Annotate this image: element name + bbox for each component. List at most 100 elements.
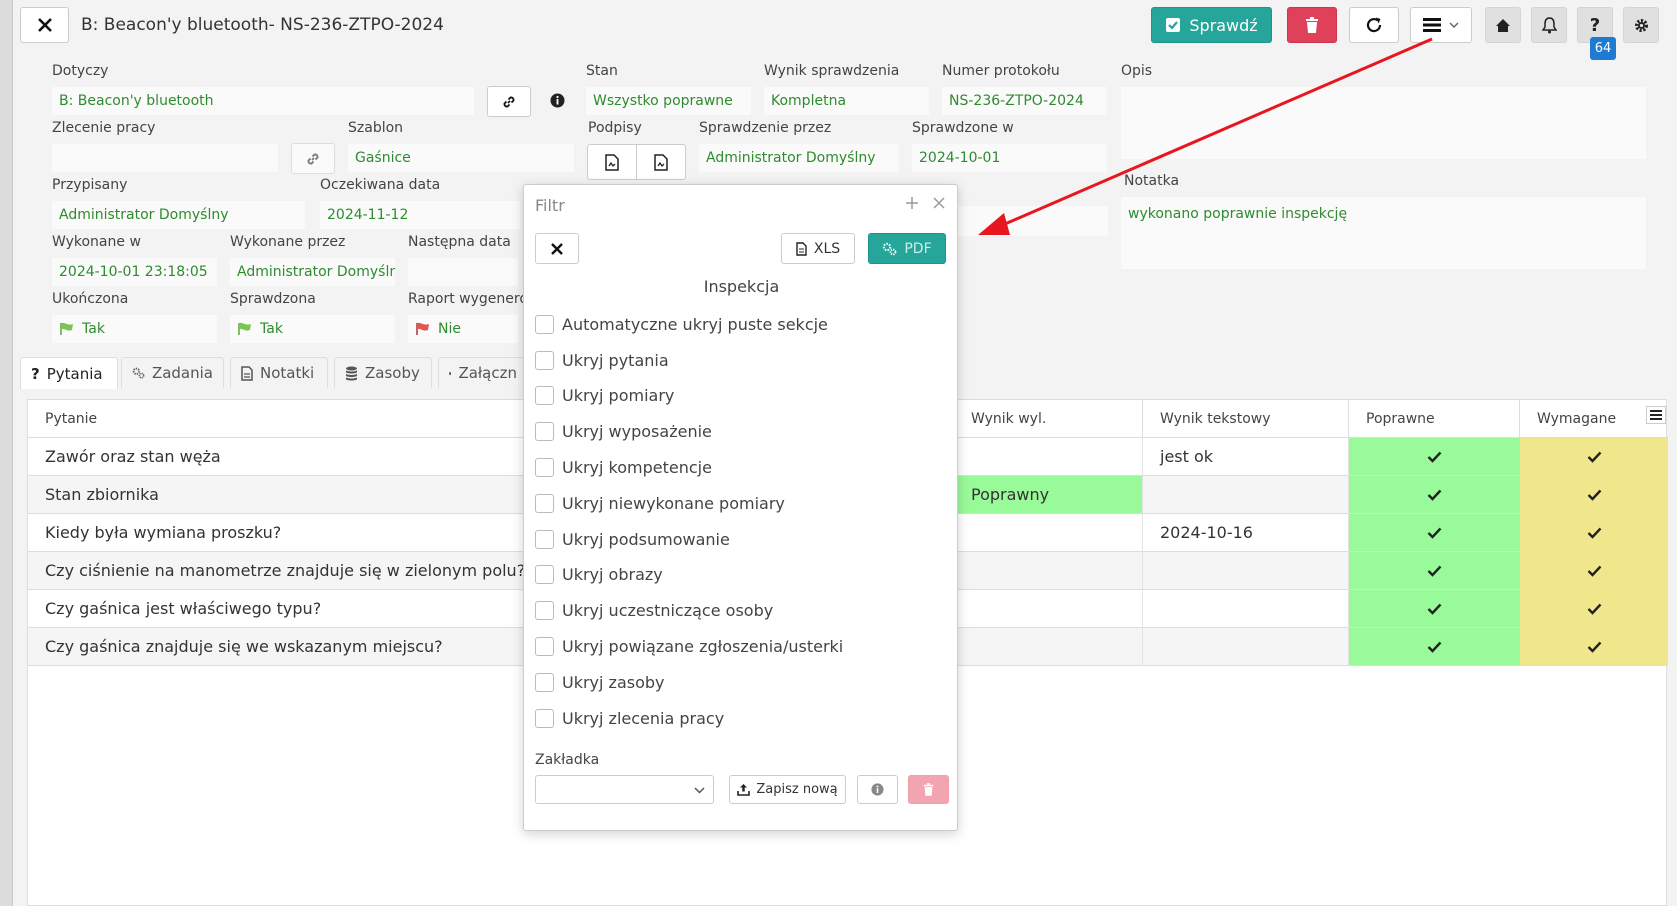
oczekiwana-data-field[interactable]: 2024-11-12 [320,201,520,229]
maximize-icon[interactable] [906,197,918,209]
ukonczona-field: Tak [52,315,217,343]
home-icon [1496,18,1510,32]
file-icon [796,241,807,256]
home-button[interactable] [1485,7,1521,43]
filter-option[interactable]: Ukryj uczestniczące osoby [535,601,773,620]
check-icon [1427,489,1442,501]
upload-icon [737,784,751,796]
cell-wymagane [1520,628,1668,665]
dialog-cancel-button[interactable] [535,233,579,264]
bookmark-delete-button[interactable] [908,775,949,804]
raport-label: Raport wygenerow [408,291,523,307]
header-wynik-wyl[interactable]: Wynik wyl. [954,400,1143,438]
close-dialog-icon[interactable] [933,197,945,209]
filter-option[interactable]: Ukryj niewykonane pomiary [535,494,785,513]
wykonane-w-field[interactable]: 2024-10-01 23:18:05 [52,258,217,286]
save-new-label: Zapisz nową [756,782,838,797]
info-icon[interactable] [550,93,565,108]
bookmark-info-button[interactable] [857,775,898,804]
filter-option[interactable]: Ukryj pytania [535,351,669,370]
checkbox[interactable] [535,673,554,692]
checkbox[interactable] [535,494,554,513]
filter-option[interactable]: Ukryj kompetencje [535,458,712,477]
check-icon [1587,489,1601,501]
filter-option-label: Ukryj zasoby [562,673,665,692]
export-pdf-button[interactable]: PDF [868,233,946,264]
header-poprawne[interactable]: Poprawne [1349,400,1520,438]
close-icon [37,18,52,32]
checkbox[interactable] [535,530,554,549]
ukonczona-value: Tak [82,321,105,337]
stan-field[interactable]: Wszystko poprawne [586,87,751,115]
dotyczy-label: Dotyczy [52,63,109,79]
settings-button[interactable] [1623,7,1659,43]
zlecenie-pracy-field[interactable] [52,144,278,172]
cell-wynik-tekstowy [1143,628,1349,665]
tab-zadania[interactable]: Zadania [121,357,224,388]
gear-icon [1634,18,1648,32]
wynik-sprawdzenia-label: Wynik sprawdzenia [764,63,900,79]
checkbox[interactable] [535,709,554,728]
notifications-button[interactable] [1531,7,1567,43]
checkbox[interactable] [535,386,554,405]
filter-option[interactable]: Ukryj zasoby [535,673,665,692]
filter-option-label: Ukryj niewykonane pomiary [562,494,785,513]
filter-option[interactable]: Ukryj zlecenia pracy [535,709,724,728]
filter-option[interactable]: Ukryj pomiary [535,386,674,405]
left-edge [0,0,13,906]
save-new-button[interactable]: Zapisz nową [729,775,846,804]
sprawdzenie-przez-field[interactable]: Administrator Domyślny [699,144,899,172]
checkbox[interactable] [535,637,554,656]
export-pdf-label: PDF [904,240,932,257]
wykonane-przez-field[interactable]: Administrator Domyśln [230,258,395,286]
filter-option-label: Ukryj zlecenia pracy [562,709,725,728]
szablon-field[interactable]: Gaśnice [348,144,574,172]
checkbox[interactable] [535,315,554,334]
check-icon [1587,527,1601,539]
hamburger-icon [1650,410,1662,420]
checkbox[interactable] [535,601,554,620]
check-icon [1427,565,1442,577]
filter-option[interactable]: Ukryj wyposażenie [535,422,712,441]
bookmark-label: Zakładka [535,752,600,768]
cell-poprawne [1349,552,1520,589]
cell-poprawne [1349,438,1520,475]
flag-green-icon [60,322,73,335]
signature-button-1[interactable] [587,144,637,180]
filter-option[interactable]: Ukryj obrazy [535,565,663,584]
signature-button-2[interactable] [636,144,686,180]
header-wynik-tekstowy[interactable]: Wynik tekstowy [1143,400,1349,438]
filter-option[interactable]: Ukryj podsumowanie [535,530,730,549]
close-button[interactable] [20,7,69,43]
tab-notatki[interactable]: Notatki [230,357,328,388]
nastepna-data-field[interactable] [408,258,518,286]
tab-zalaczniki[interactable]: Załączn [438,357,528,388]
checkbox[interactable] [535,458,554,477]
tab-zasoby[interactable]: Zasoby [334,357,432,388]
cell-poprawne [1349,628,1520,665]
wynik-sprawdzenia-field[interactable]: Kompletna [764,87,929,115]
przypisany-field[interactable]: Administrator Domyślny [52,201,305,229]
dotyczy-link-button[interactable] [487,86,531,117]
checkbox[interactable] [535,351,554,370]
checkbox[interactable] [535,565,554,584]
page-title: B: Beacon'y bluetooth- NS-236-ZTPO-2024 [81,15,444,35]
filter-option[interactable]: Ukryj powiązane zgłoszenia/usterki [535,637,843,656]
dotyczy-field[interactable]: B: Beacon'y bluetooth [52,87,474,115]
dialog-title: Filtr [535,196,565,215]
sprawdzona-field: Tak [230,315,395,343]
section-title: Inspekcja [703,277,780,296]
column-menu-button[interactable] [1646,406,1666,424]
filter-option-label: Ukryj obrazy [562,565,663,584]
cell-wynik-tekstowy: 2024-10-16 [1143,514,1349,551]
szablon-label: Szablon [348,120,404,136]
gears-icon [883,242,897,255]
zlecenie-link-button[interactable] [291,143,335,174]
tab-pytania[interactable]: ? Pytania [20,357,118,389]
cell-wymagane [1520,514,1668,551]
filter-option[interactable]: Automatyczne ukryj puste sekcje [535,315,828,334]
bookmark-select[interactable] [535,775,714,804]
export-xls-button[interactable]: XLS [781,233,855,264]
checkbox[interactable] [535,422,554,441]
check-button-label: Sprawdź [1189,15,1258,35]
